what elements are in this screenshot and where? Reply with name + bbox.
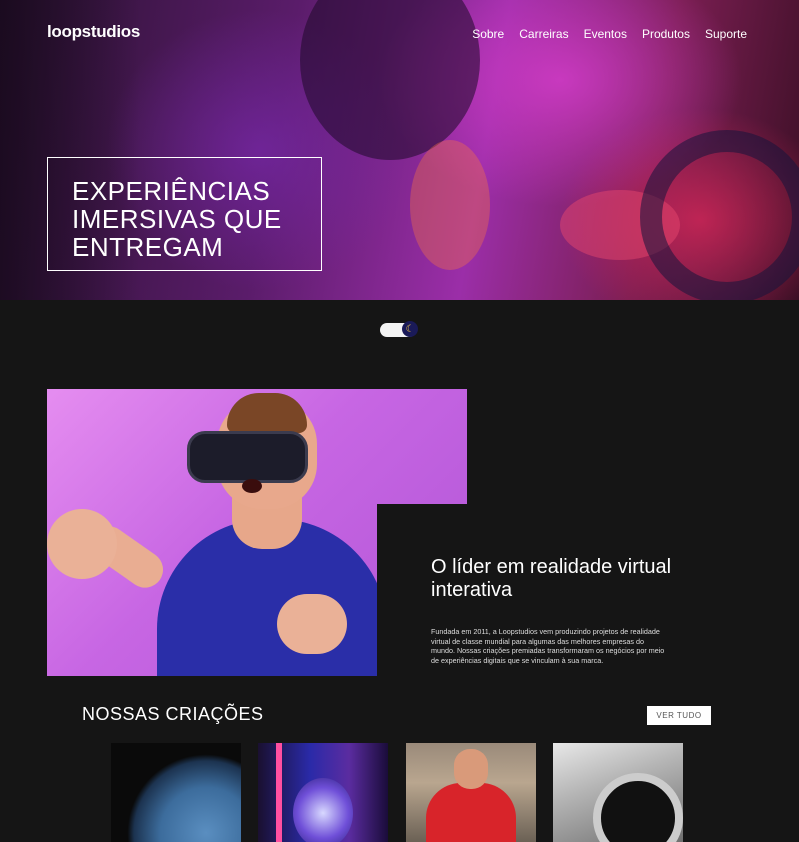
hero-title-line: IMERSIVAS QUE: [72, 204, 282, 234]
hero-title-box: EXPERIÊNCIAS IMERSIVAS QUE ENTREGAM: [47, 157, 322, 271]
card-image-detail: [293, 778, 353, 842]
creation-card[interactable]: [258, 743, 388, 842]
image-hand: [277, 594, 347, 654]
card-image-detail: [593, 773, 683, 842]
moon-icon: ☾: [402, 321, 418, 337]
nav-link-sobre[interactable]: Sobre: [472, 27, 504, 41]
hero-steering-wheel: [640, 130, 799, 300]
hero-section: loopstudios Sobre Carreiras Eventos Prod…: [0, 0, 799, 300]
image-hand: [47, 509, 117, 579]
vr-headset-image: [187, 431, 308, 483]
theme-toggle[interactable]: ☾: [380, 321, 418, 337]
logo[interactable]: loopstudios: [47, 22, 140, 42]
about-description: Fundada em 2011, a Loopstudios vem produ…: [431, 627, 665, 665]
about-title: O líder em realidade virtual interativa: [431, 556, 672, 601]
card-image-detail: [426, 783, 516, 842]
hero-title-line: EXPERIÊNCIAS: [72, 176, 271, 206]
creation-card[interactable]: [553, 743, 683, 842]
image-hair: [227, 393, 307, 433]
hero-title-line: ENTREGAM: [72, 232, 224, 262]
nav-link-produtos[interactable]: Produtos: [642, 27, 690, 41]
creation-card[interactable]: [406, 743, 536, 842]
card-image-detail: [276, 743, 282, 842]
creations-title: NOSSAS CRIAÇÕES: [82, 704, 264, 724]
creation-card[interactable]: [111, 743, 241, 842]
nav-link-suporte[interactable]: Suporte: [705, 27, 747, 41]
hero-light: [410, 140, 490, 270]
image-mouth: [242, 479, 262, 493]
hero-title: EXPERIÊNCIAS IMERSIVAS QUE ENTREGAM: [72, 177, 297, 261]
see-all-button[interactable]: VER TUDO: [647, 706, 711, 725]
card-image-detail: [454, 749, 488, 789]
hero-figure: [300, 0, 480, 160]
nav-link-eventos[interactable]: Eventos: [584, 27, 627, 41]
nav-link-carreiras[interactable]: Carreiras: [519, 27, 568, 41]
main-nav: Sobre Carreiras Eventos Produtos Suporte: [472, 27, 747, 41]
